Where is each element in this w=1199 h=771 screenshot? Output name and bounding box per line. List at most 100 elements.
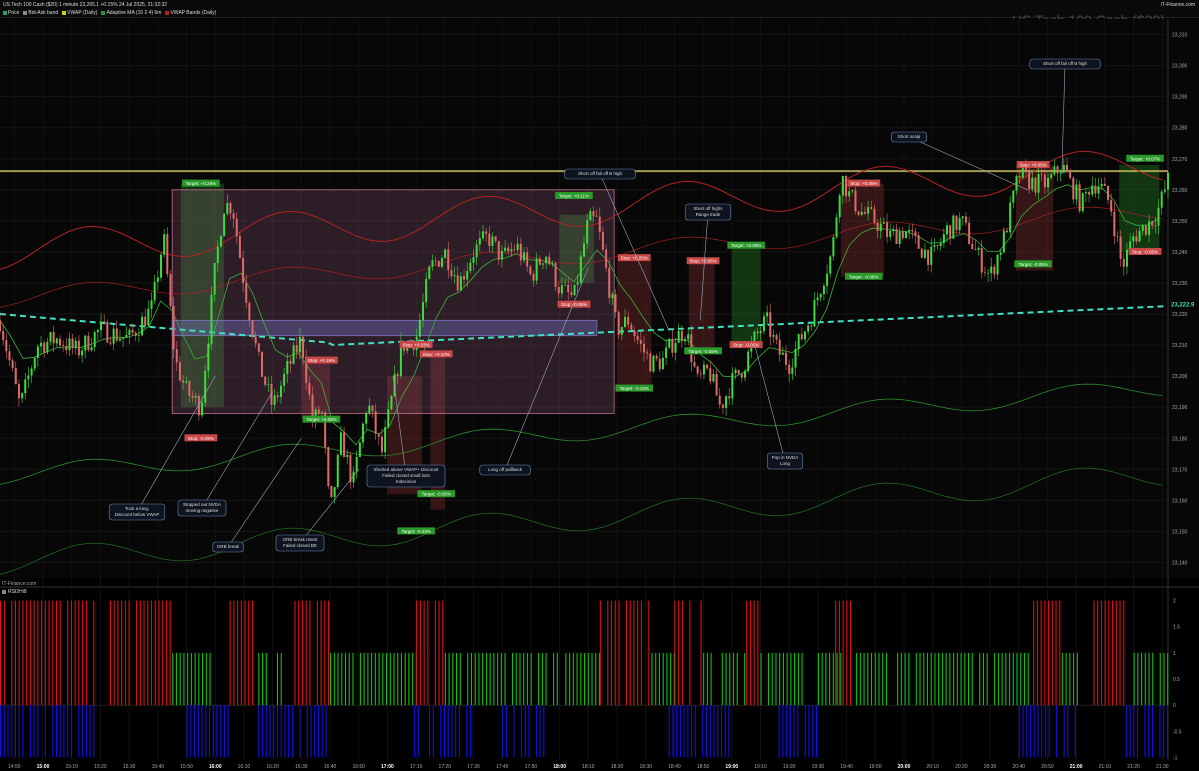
candle-body: [327, 447, 330, 486]
candle-body: [848, 191, 851, 197]
rsi-bar: [427, 600, 429, 706]
candle-body: [320, 412, 323, 414]
candle-body: [993, 266, 996, 275]
candle-body: [431, 260, 434, 267]
rsi-bar: [838, 600, 840, 706]
rsi-bar: [44, 600, 46, 706]
x-tick-label: 14:50: [8, 764, 21, 770]
candle-body: [794, 349, 797, 368]
rsi-bar: [1167, 652, 1169, 706]
candle-body: [185, 381, 188, 383]
x-tick-label: 20:30: [984, 764, 997, 770]
candle-body: [1135, 236, 1138, 242]
rsi-bar: [666, 652, 668, 706]
rsi-bar: [367, 652, 369, 706]
candle-body: [718, 395, 721, 405]
candle-body: [1028, 171, 1031, 190]
candle-body: [955, 215, 958, 231]
candle-body: [33, 358, 36, 369]
candle-body: [1138, 230, 1141, 242]
rsi-bar: [412, 652, 414, 706]
candle-body: [317, 409, 320, 414]
candle-body: [131, 329, 134, 333]
rsi-bar: [485, 652, 487, 706]
rsi-bar: [801, 652, 803, 706]
candle-body: [1116, 236, 1119, 237]
rsi-bar: [1104, 600, 1106, 706]
candle-body: [519, 243, 522, 261]
rsi-bar: [835, 600, 837, 706]
rsi-bar: [169, 600, 171, 706]
candle-body: [658, 358, 661, 370]
candle-body: [668, 338, 671, 348]
rsi-bar: [850, 600, 852, 706]
rsi-bar: [662, 652, 664, 706]
candle-body: [1043, 174, 1046, 188]
candle-body: [49, 332, 52, 342]
rsi-bar: [1016, 652, 1018, 706]
candle-body: [734, 369, 737, 374]
rsi-legend-swatch: [2, 590, 6, 594]
candle-body: [601, 231, 604, 250]
candle-body: [122, 337, 125, 339]
rsi-bar: [276, 705, 279, 758]
candle-body: [286, 360, 289, 374]
candle-body: [627, 316, 630, 325]
x-tick-label: 15:00: [37, 764, 50, 770]
rsi-bar: [1020, 652, 1022, 706]
stop-label: Stop: +0.05%: [686, 257, 720, 265]
candle-body: [1009, 202, 1012, 233]
rsi-bar: [556, 652, 558, 706]
rsi-bar: [1051, 600, 1053, 706]
rsi-bar: [994, 652, 996, 706]
candle-body: [207, 343, 210, 372]
rsi-bar: [1026, 705, 1028, 758]
x-tick-label: 17:20: [439, 764, 452, 770]
rsi-bar: [1119, 600, 1121, 706]
rsi-bar: [93, 705, 95, 758]
candle-body: [516, 243, 519, 250]
rsi-bar: [1074, 705, 1076, 758]
rsi-bar: [212, 705, 214, 758]
x-tick-label: 17:40: [496, 764, 509, 770]
rsi-bar: [700, 600, 702, 706]
price-chart[interactable]: 23,310 23,300 23,290 23,280 23,270 23,260 23,2…: [0, 0, 1199, 771]
rsi-bar: [1067, 705, 1069, 758]
rsi-bar: [337, 652, 339, 706]
x-tick-label: 19:10: [754, 764, 767, 770]
candle-body: [447, 249, 450, 271]
rsi-bar: [301, 600, 304, 706]
rsi-bar: [1112, 600, 1114, 706]
x-tick-label: 17:30: [467, 764, 480, 770]
rsi-bar: [117, 600, 119, 706]
x-tick-label: 16:40: [324, 764, 337, 770]
rsi-bar: [14, 705, 17, 758]
rsi-bar: [423, 600, 425, 706]
rsi-bar: [953, 652, 955, 706]
rsi-bar: [310, 705, 312, 758]
candle-body: [832, 237, 835, 257]
rsi-bar: [717, 705, 719, 758]
candle-body: [655, 355, 658, 359]
stop-label: Stop: -0.05%: [1128, 247, 1162, 255]
rsi-bar: [967, 652, 970, 706]
rsi-bar: [1036, 600, 1038, 706]
candle-body: [264, 376, 267, 385]
rsi-bar: [569, 652, 571, 706]
stop-label: Stop: +0.03%: [399, 341, 433, 349]
candle-body: [939, 243, 942, 247]
candle-body: [0, 320, 1, 332]
candle-body: [882, 222, 885, 224]
trade-zone: [688, 261, 715, 352]
rsi-bar: [237, 600, 239, 706]
candle-body: [27, 375, 30, 380]
rsi-bar: [1001, 652, 1003, 706]
candle-body: [851, 190, 854, 192]
candle-body: [1157, 207, 1160, 226]
candle-body: [696, 366, 699, 374]
candle-body: [573, 284, 576, 296]
candle-body: [684, 339, 687, 342]
rsi-bar: [794, 652, 796, 706]
candle-body: [488, 233, 491, 246]
candle-body: [772, 335, 775, 337]
